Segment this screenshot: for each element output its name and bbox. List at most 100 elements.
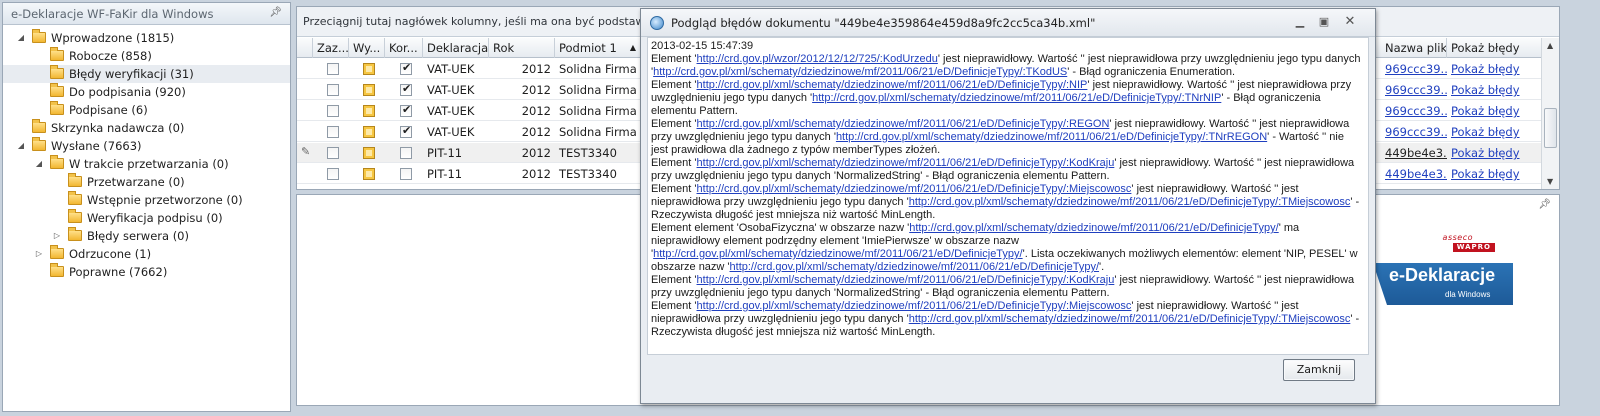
folder-icon xyxy=(50,263,64,277)
error-entry: Element 'http://crd.gov.pl/xml/schematy/… xyxy=(651,118,1364,157)
tree-item-wstepnie-przetworzone[interactable]: Wstępnie przetworzone (0) xyxy=(3,191,290,209)
column-header-zaznaczone[interactable]: Zaz... xyxy=(313,38,349,58)
collapse-arrow-icon[interactable]: ◢ xyxy=(16,137,26,155)
cell-nazwa-pliku[interactable]: 969ccc39... xyxy=(1381,59,1447,79)
tree-item-skrzynka-nadawcza[interactable]: Skrzynka nadawcza (0) xyxy=(3,119,290,137)
zaznacz-checkbox[interactable] xyxy=(327,84,339,96)
folder-icon xyxy=(50,65,64,79)
tree-item-przetwarzane[interactable]: Przetwarzane (0) xyxy=(3,173,290,191)
error-link[interactable]: http://crd.gov.pl/xml/schematy/dziedzino… xyxy=(909,222,1279,234)
error-link[interactable]: http://crd.gov.pl/xml/schematy/dziedzino… xyxy=(653,248,1023,260)
error-text: Element ' xyxy=(651,157,697,169)
tree-item-w-trakcie-przetwarzania[interactable]: ◢ W trakcie przetwarzania (0) xyxy=(3,155,290,173)
error-link[interactable]: http://crd.gov.pl/xml/schematy/dziedzino… xyxy=(697,183,1132,195)
error-link[interactable]: http://crd.gov.pl/xml/schematy/dziedzino… xyxy=(909,196,1351,208)
error-link[interactable]: http://crd.gov.pl/xml/schematy/dziedzino… xyxy=(836,131,1267,143)
cell-rok: 2012 xyxy=(521,62,551,76)
pokaz-bledy-link[interactable]: Pokaż błędy xyxy=(1447,164,1543,184)
korekta-checkbox[interactable] xyxy=(400,103,412,117)
tree-item-label: Do podpisania (920) xyxy=(69,85,186,99)
korekta-checkbox[interactable] xyxy=(400,124,412,138)
tree-item-label: W trakcie przetwarzania (0) xyxy=(69,157,229,171)
cell-podmiot: TEST3340 xyxy=(559,167,617,181)
scroll-down-arrow-icon[interactable]: ▼ xyxy=(1547,177,1553,186)
close-icon[interactable]: ✕ xyxy=(1341,15,1359,29)
tree-item-label: Robocze (858) xyxy=(69,49,152,63)
tree-item-label: Poprawne (7662) xyxy=(69,265,168,279)
cell-podmiot: Solidna Firma ... xyxy=(559,104,641,118)
error-link[interactable]: http://crd.gov.pl/xml/schematy/dziedzino… xyxy=(697,79,1088,91)
pin-icon[interactable]: 📌︎ xyxy=(269,7,282,18)
tree-item-robocze[interactable]: Robocze (858) xyxy=(3,47,290,65)
tree-item-weryfikacja-podpisu[interactable]: Weryfikacja podpisu (0) xyxy=(3,209,290,227)
error-log-text: 2013-02-15 15:47:39 Element 'http://crd.… xyxy=(647,37,1369,355)
error-link[interactable]: http://crd.gov.pl/xml/schematy/dziedzino… xyxy=(697,300,1132,312)
collapse-arrow-icon[interactable]: ◢ xyxy=(16,29,26,47)
error-link[interactable]: http://crd.gov.pl/xml/schematy/dziedzino… xyxy=(653,66,1067,78)
error-link[interactable]: http://crd.gov.pl/xml/schematy/dziedzino… xyxy=(730,261,1100,273)
maximize-icon[interactable]: ▣ xyxy=(1315,15,1333,29)
pokaz-bledy-link[interactable]: Pokaż błędy xyxy=(1447,80,1543,100)
envelope-icon xyxy=(363,147,375,159)
error-entry: Element 'http://crd.gov.pl/xml/schematy/… xyxy=(651,183,1364,222)
tree-item-wprowadzone[interactable]: ◢ Wprowadzone (1815) xyxy=(3,29,290,47)
e-deklaracje-logo: e-Deklaracje dla Windows xyxy=(1373,263,1513,305)
zaznacz-checkbox[interactable] xyxy=(327,168,339,180)
expand-arrow-icon[interactable]: ▷ xyxy=(34,245,44,263)
column-header-nazwa-pliku[interactable]: Nazwa pliku xyxy=(1381,38,1447,58)
pokaz-bledy-link[interactable]: Pokaż błędy xyxy=(1447,101,1543,121)
error-link[interactable]: http://crd.gov.pl/wzor/2012/12/12/725/:K… xyxy=(697,53,938,65)
tree-item-bledy-weryfikacji[interactable]: Błędy weryfikacji (31) xyxy=(3,65,290,83)
zaznacz-checkbox[interactable] xyxy=(327,147,339,159)
collapse-arrow-icon[interactable]: ◢ xyxy=(34,155,44,173)
tree-item-do-podpisania[interactable]: Do podpisania (920) xyxy=(3,83,290,101)
cell-rok: 2012 xyxy=(521,83,551,97)
tree-panel-title: e-Deklaracje WF-FaKir dla Windows 📌︎ xyxy=(3,3,290,25)
edit-pencil-icon: ✎ xyxy=(301,145,311,158)
zaznacz-checkbox[interactable] xyxy=(327,126,339,138)
error-link[interactable]: http://crd.gov.pl/xml/schematy/dziedzino… xyxy=(909,313,1351,325)
error-link[interactable]: http://crd.gov.pl/xml/schematy/dziedzino… xyxy=(697,118,1110,130)
korekta-checkbox[interactable] xyxy=(400,147,412,159)
tree-item-bledy-serwera[interactable]: ▷ Błędy serwera (0) xyxy=(3,227,290,245)
scrollbar-thumb[interactable] xyxy=(1544,108,1557,148)
tree-item-wyslane[interactable]: ◢ Wysłane (7663) xyxy=(3,137,290,155)
korekta-checkbox[interactable] xyxy=(400,82,412,96)
cell-rok: 2012 xyxy=(521,104,551,118)
pokaz-bledy-link[interactable]: Pokaż błędy xyxy=(1447,122,1543,142)
error-text: Element ' xyxy=(651,183,697,195)
column-header-wyslane[interactable]: Wy... xyxy=(349,38,385,58)
error-link[interactable]: http://crd.gov.pl/xml/schematy/dziedzino… xyxy=(697,274,1115,286)
scroll-up-arrow-icon[interactable]: ▲ xyxy=(1547,41,1553,50)
zaznacz-checkbox[interactable] xyxy=(327,63,339,75)
expand-arrow-icon[interactable]: ▷ xyxy=(52,227,62,245)
column-header-korekta[interactable]: Kor... xyxy=(385,38,423,58)
cell-nazwa-pliku[interactable]: 969ccc39... xyxy=(1381,122,1447,142)
close-button[interactable]: Zamknij xyxy=(1283,359,1355,381)
column-header-rok[interactable]: Rok xyxy=(489,38,555,58)
minimize-icon[interactable]: ▁ xyxy=(1291,15,1309,29)
cell-nazwa-pliku[interactable]: 969ccc39... xyxy=(1381,101,1447,121)
dialog-titlebar[interactable]: Podgląd błędów dokumentu "449be4e359864e… xyxy=(641,9,1375,37)
pokaz-bledy-link[interactable]: Pokaż błędy xyxy=(1447,143,1543,163)
column-header-pokaz-bledy[interactable]: Pokaż błędy xyxy=(1447,38,1543,58)
pokaz-bledy-link[interactable]: Pokaż błędy xyxy=(1447,59,1543,79)
tree-item-podpisane[interactable]: Podpisane (6) xyxy=(3,101,290,119)
tree-item-odrzucone[interactable]: ▷ Odrzucone (1) xyxy=(3,245,290,263)
pin-icon[interactable]: 📌︎ xyxy=(1538,199,1551,210)
tree-item-poprawne[interactable]: Poprawne (7662) xyxy=(3,263,290,281)
column-header-deklaracja[interactable]: Deklaracja xyxy=(423,38,489,58)
korekta-checkbox[interactable] xyxy=(400,168,412,180)
cell-nazwa-pliku[interactable]: 449be4e3... xyxy=(1381,164,1447,184)
cell-nazwa-pliku[interactable]: 969ccc39... xyxy=(1381,80,1447,100)
cell-rok: 2012 xyxy=(521,125,551,139)
folder-tree-panel: e-Deklaracje WF-FaKir dla Windows 📌︎ ◢ W… xyxy=(2,2,291,412)
column-header-podmiot[interactable]: Podmiot 1 ▲ xyxy=(555,38,641,58)
cell-nazwa-pliku[interactable]: 449be4e3... xyxy=(1381,143,1447,163)
zaznacz-checkbox[interactable] xyxy=(327,105,339,117)
error-link[interactable]: http://crd.gov.pl/xml/schematy/dziedzino… xyxy=(812,92,1221,104)
korekta-checkbox[interactable] xyxy=(400,61,412,75)
error-link[interactable]: http://crd.gov.pl/xml/schematy/dziedzino… xyxy=(697,157,1115,169)
tree-item-label: Podpisane (6) xyxy=(69,103,148,117)
grid-vertical-scrollbar[interactable]: ▲ ▼ xyxy=(1541,38,1559,189)
